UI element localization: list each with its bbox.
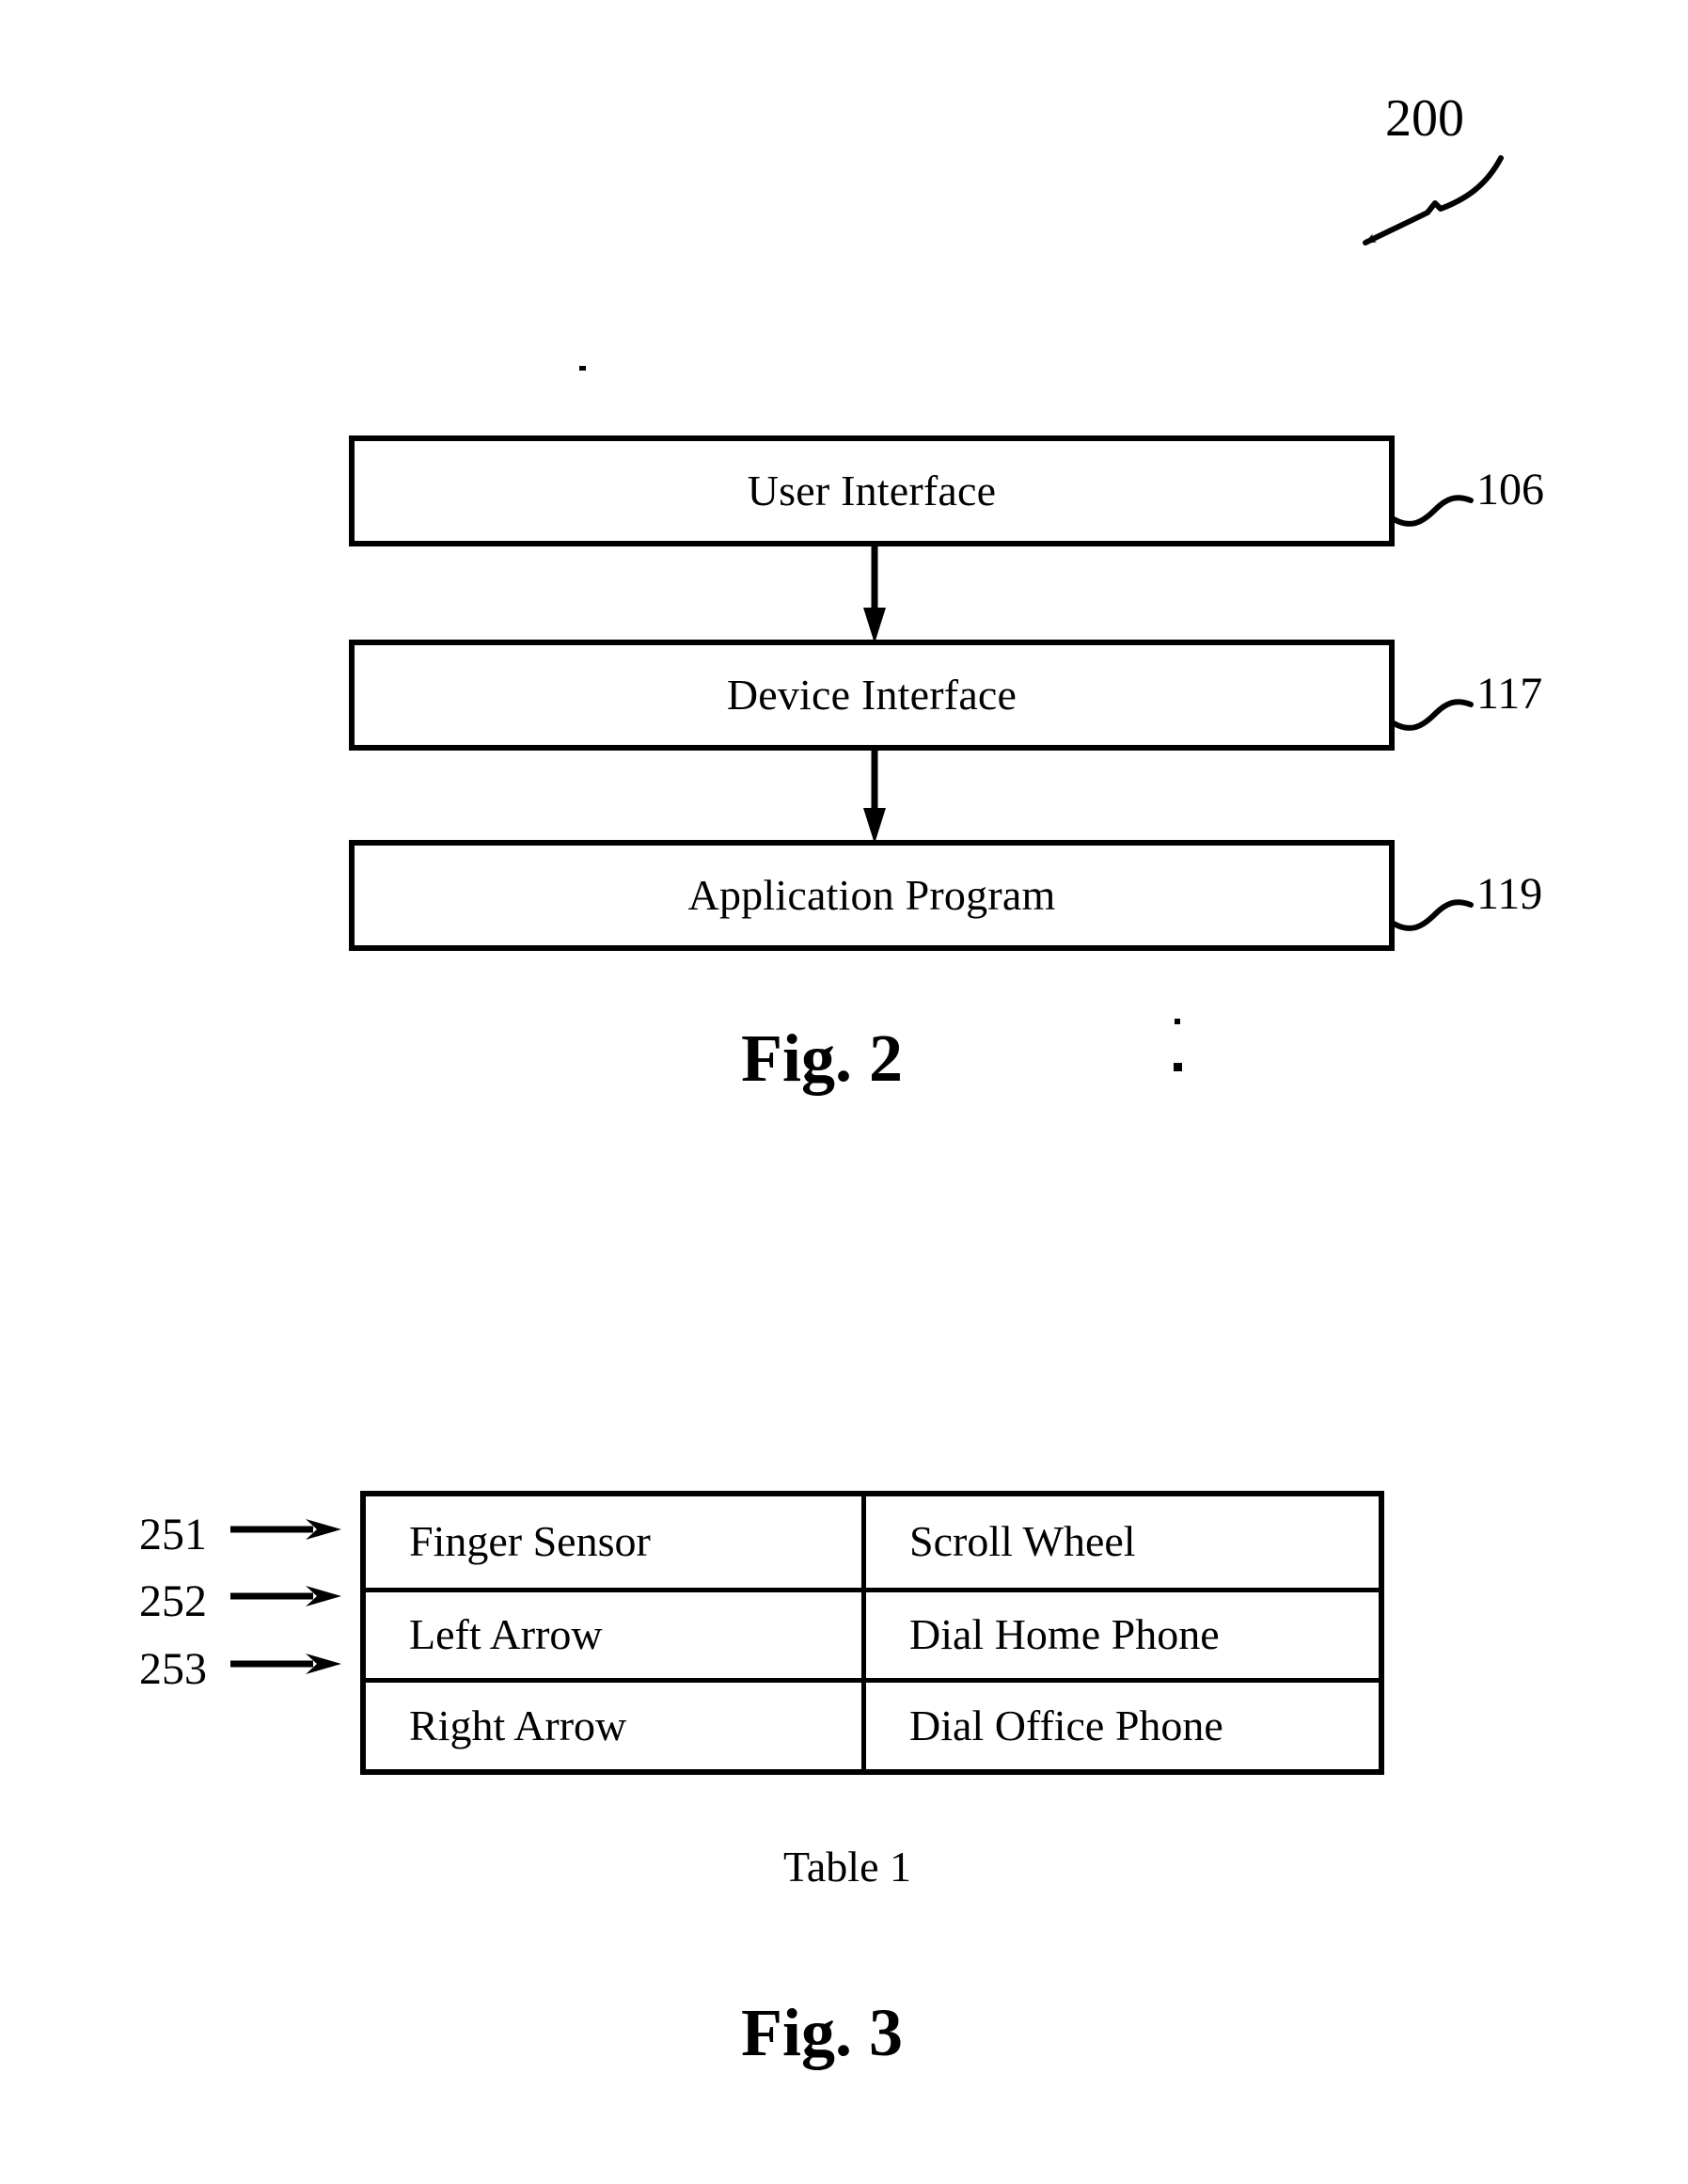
row-pointer-arrow-252-icon — [230, 1586, 341, 1606]
block-device-interface-reference-number: 117 — [1476, 669, 1543, 719]
table-cell-input: Finger Sensor — [366, 1496, 866, 1588]
block-device-interface: Device Interface — [349, 640, 1395, 751]
table-row-reference-252: 252 — [139, 1576, 207, 1626]
table-cell-action: Dial Office Phone — [909, 1701, 1223, 1749]
table-1: Finger Sensor Scroll Wheel Left Arrow Di… — [360, 1491, 1384, 1775]
block-user-interface: User Interface — [349, 435, 1395, 546]
scan-speck — [1174, 1063, 1182, 1071]
table-row: Right Arrow Dial Office Phone — [366, 1678, 1379, 1769]
block-device-interface-label: Device Interface — [726, 671, 1018, 719]
row-pointer-arrow-251-icon — [230, 1519, 341, 1540]
block-user-interface-reference-number: 106 — [1476, 465, 1544, 514]
table-row: Finger Sensor Scroll Wheel — [366, 1496, 1379, 1588]
table-cell-input: Right Arrow — [366, 1683, 866, 1769]
table-cell-action: Dial Home Phone — [909, 1610, 1220, 1659]
figure-200-reference-label: 200 — [1385, 89, 1464, 148]
block-application-program-reference-number: 119 — [1476, 869, 1543, 919]
table-row: Left Arrow Dial Home Phone — [366, 1587, 1379, 1679]
table-cell-input: Left Arrow — [366, 1591, 866, 1679]
figure-3-caption: Fig. 3 — [741, 1995, 903, 2070]
table-cell-action: Scroll Wheel — [909, 1517, 1136, 1566]
table-row-reference-251: 251 — [139, 1510, 207, 1559]
block-application-program: Application Program — [349, 840, 1395, 951]
arrow-user-interface-to-device-interface-icon — [863, 544, 886, 643]
figure-200-leader-arrow-icon — [1363, 155, 1504, 245]
block-application-program-label: Application Program — [687, 871, 1056, 919]
row-pointer-arrow-253-icon — [230, 1654, 341, 1674]
patent-figure-page: 200 User Interface 106 Device Interface … — [0, 0, 1688, 2184]
block-user-interface-label: User Interface — [747, 467, 997, 514]
scan-speck — [579, 366, 586, 371]
figure-2-caption: Fig. 2 — [741, 1021, 903, 1096]
table-row-reference-253: 253 — [139, 1644, 207, 1694]
arrow-device-interface-to-application-program-icon — [863, 748, 886, 844]
table-1-caption: Table 1 — [783, 1843, 912, 1891]
scan-speck — [1175, 1019, 1180, 1024]
